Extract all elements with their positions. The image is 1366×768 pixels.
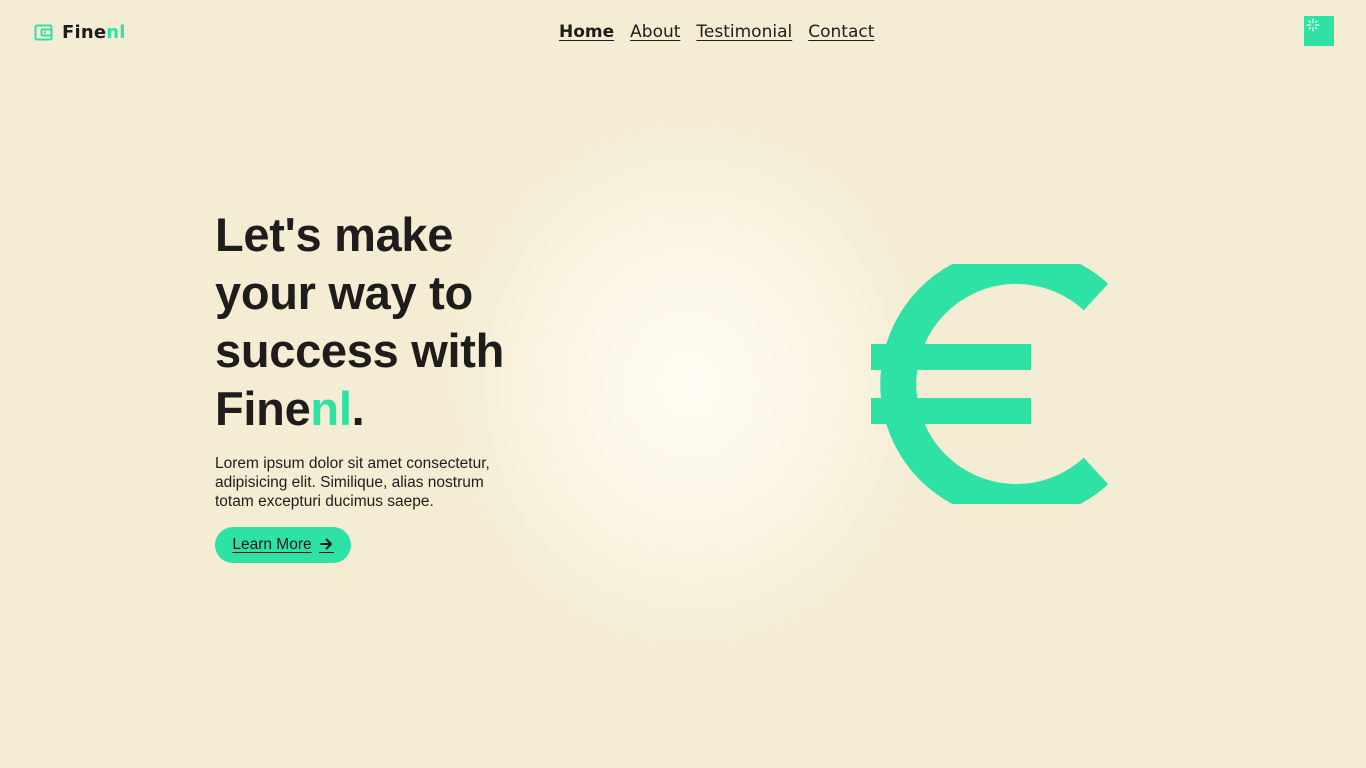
nav-link-testimonial[interactable]: Testimonial — [696, 20, 792, 44]
hero-title: Let's make your way to success with Fine… — [215, 206, 545, 438]
logo-text-accent: nl — [106, 21, 126, 43]
logo-text-primary: Fine — [62, 21, 107, 43]
theme-toggle-button[interactable] — [1304, 16, 1334, 46]
hero-title-brand: Fine — [215, 382, 311, 435]
nav-link-contact[interactable]: Contact — [808, 20, 874, 44]
nav-link-home[interactable]: Home — [559, 20, 614, 44]
hero-title-line-1: Let's make — [215, 208, 454, 261]
wallet-icon — [34, 23, 53, 42]
logo-text: Fine nl — [62, 22, 126, 43]
hero-title-period: . — [351, 382, 365, 435]
hero-title-brand-accent: nl — [310, 382, 352, 435]
logo[interactable]: Fine nl — [34, 20, 126, 44]
arrow-right-icon — [318, 538, 334, 553]
sparkle-icon — [1306, 18, 1320, 32]
learn-more-button[interactable]: Learn More — [215, 527, 351, 563]
euro-icon — [871, 264, 1109, 504]
hero-description: Lorem ipsum dolor sit amet consectetur, … — [215, 455, 490, 510]
hero-title-line-2: your way to — [215, 266, 473, 319]
nav-link-about[interactable]: About — [630, 20, 680, 44]
learn-more-label: Learn More — [232, 536, 312, 553]
main-nav: Home About Testimonial Contact — [559, 20, 874, 44]
hero-title-line-3: success with — [215, 324, 504, 377]
site-header: Fine nl Home About Testimonial Contact — [0, 0, 1366, 64]
